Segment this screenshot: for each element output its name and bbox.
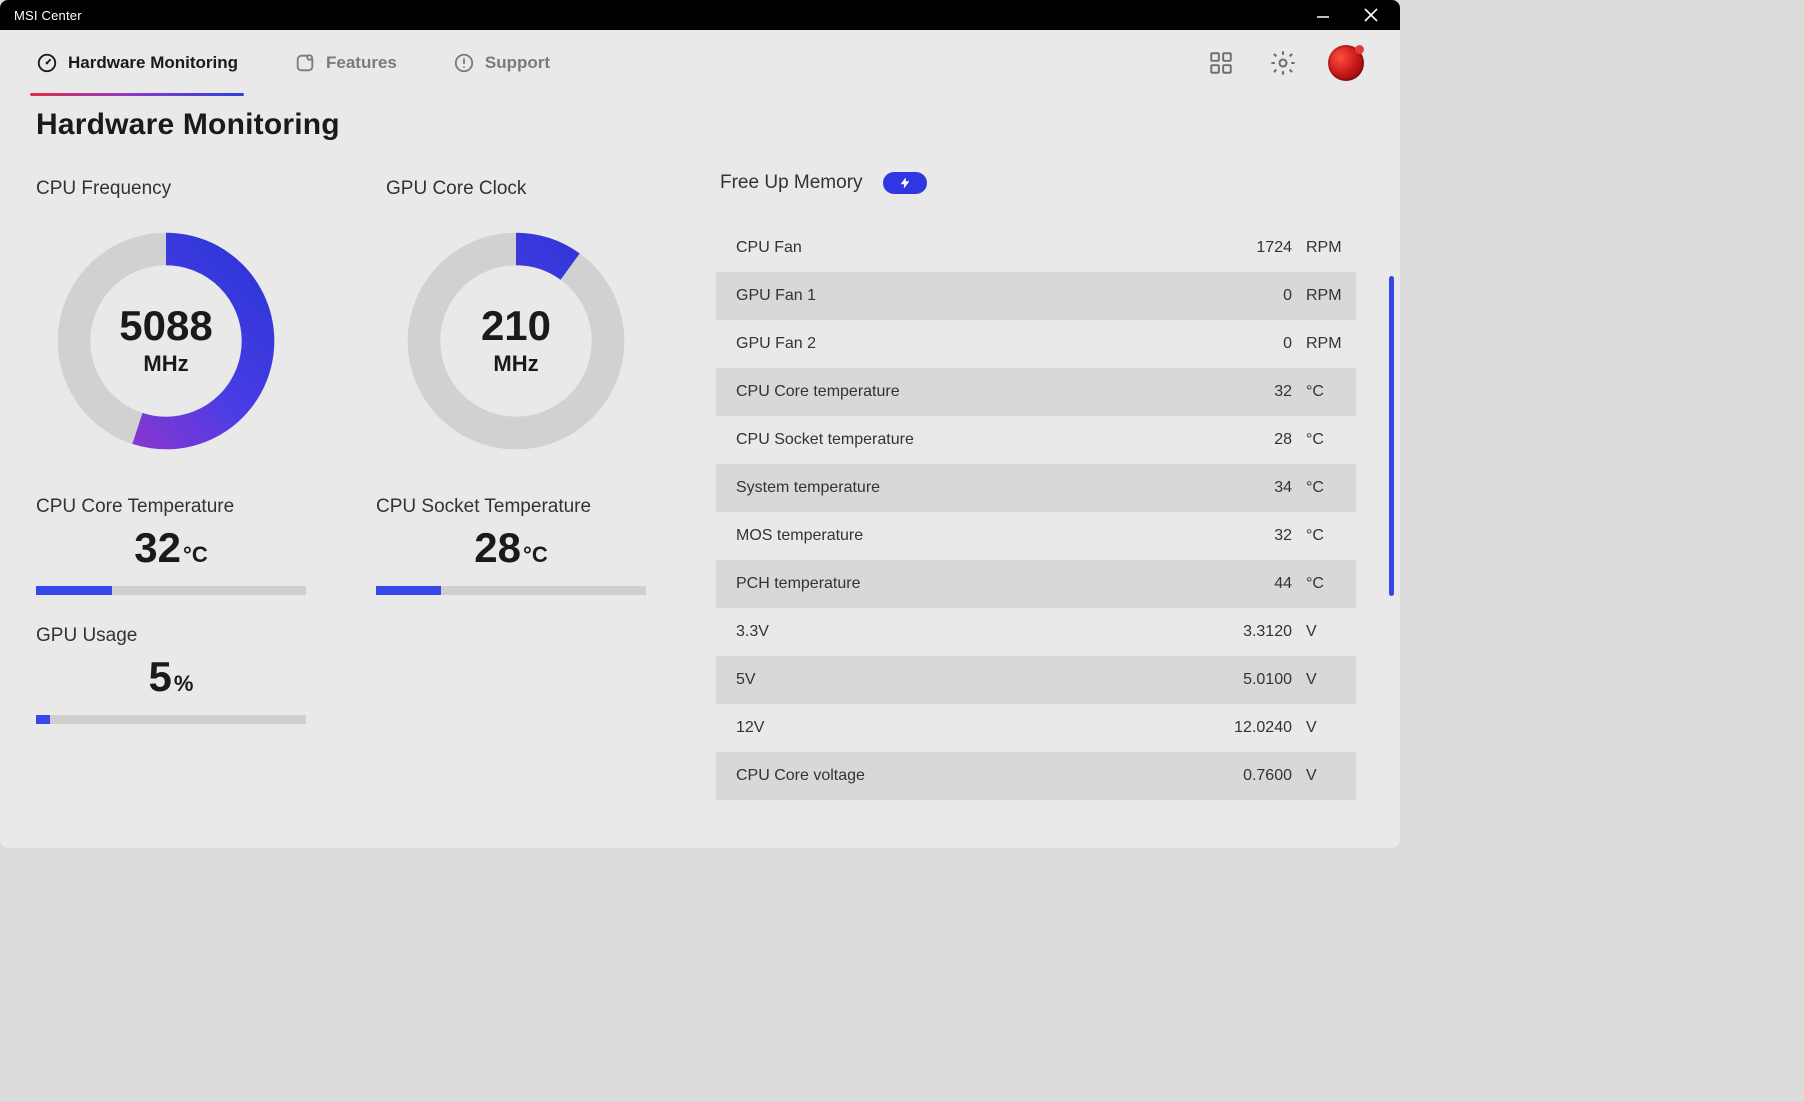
sensor-value: 34 [1212,479,1292,497]
tab-label: Features [326,53,397,73]
gauge-unit: MHz [143,351,188,377]
gauge-gpu-clock: GPU Core Clock 210 MHz [386,178,646,456]
tab-hardware-monitoring[interactable]: Hardware Monitoring [36,30,238,96]
support-icon [453,52,475,74]
gauge-value: 5088 [119,305,212,347]
sensor-name: MOS temperature [736,527,1212,545]
temp-label: CPU Core Temperature [36,496,306,518]
sensor-row: GPU Fan 10RPM [716,272,1356,320]
features-icon [294,52,316,74]
sensor-unit: °C [1292,575,1340,593]
gauge-cpu-frequency: CPU Frequency [36,178,296,456]
window-title: MSI Center [8,8,1308,23]
sensor-value: 1724 [1212,239,1292,257]
sensor-value: 0.7600 [1212,767,1292,785]
temp-bar [36,586,306,595]
sensor-unit: RPM [1292,335,1340,353]
sensor-name: CPU Core temperature [736,383,1212,401]
sensor-unit: V [1292,671,1340,689]
sensor-list: CPU Fan1724RPMGPU Fan 10RPMGPU Fan 20RPM… [716,224,1356,800]
sensor-row: 3.3V3.3120V [716,608,1356,656]
gauge-label: GPU Core Clock [386,178,646,200]
sensor-value: 12.0240 [1212,719,1292,737]
tab-features[interactable]: Features [294,30,397,96]
sensor-value: 44 [1212,575,1292,593]
sensor-row: System temperature34°C [716,464,1356,512]
gauge-unit: MHz [493,351,538,377]
sensor-name: CPU Core voltage [736,767,1212,785]
window-titlebar: MSI Center [0,0,1400,30]
tab-label: Hardware Monitoring [68,53,238,73]
user-avatar[interactable] [1328,45,1364,81]
sensor-name: CPU Fan [736,239,1212,257]
temp-unit: °C [183,542,208,568]
gpu-usage-block: GPU Usage 5 % [36,625,306,724]
tab-label: Support [485,53,550,73]
sensor-value: 32 [1212,527,1292,545]
usage-value: 5 [149,653,172,701]
sensor-unit: RPM [1292,239,1340,257]
sensor-name: System temperature [736,479,1212,497]
sensor-value: 28 [1212,431,1292,449]
sensor-value: 3.3120 [1212,623,1292,641]
window-close-button[interactable] [1356,5,1386,25]
sensor-value: 32 [1212,383,1292,401]
temp-label: CPU Socket Temperature [376,496,646,518]
tab-support[interactable]: Support [453,30,550,96]
sensor-row: CPU Core temperature32°C [716,368,1356,416]
temp-bar [376,586,646,595]
temp-value: 28 [474,524,521,572]
window-minimize-button[interactable] [1308,5,1338,25]
page-title: Hardware Monitoring [36,108,676,142]
gauge-value: 210 [481,305,551,347]
apps-grid-button[interactable] [1204,46,1238,80]
sensor-value: 0 [1212,287,1292,305]
sensor-row: CPU Core voltage0.7600V [716,752,1356,800]
sensor-name: PCH temperature [736,575,1212,593]
gauge-label: CPU Frequency [36,178,296,200]
sensor-unit: V [1292,767,1340,785]
cpu-socket-temp-block: CPU Socket Temperature 28 °C [376,496,646,595]
sensor-row: CPU Fan1724RPM [716,224,1356,272]
sensor-name: GPU Fan 2 [736,335,1212,353]
sensor-unit: RPM [1292,287,1340,305]
app-header: Hardware Monitoring Features [0,30,1400,96]
temp-value: 32 [134,524,181,572]
sensor-unit: V [1292,719,1340,737]
usage-bar [36,715,306,724]
free-up-memory-button[interactable] [883,172,927,194]
sensor-row: PCH temperature44°C [716,560,1356,608]
scrollbar-thumb[interactable] [1389,276,1394,596]
settings-button[interactable] [1266,46,1300,80]
sensor-name: GPU Fan 1 [736,287,1212,305]
sensor-unit: °C [1292,527,1340,545]
sensor-name: CPU Socket temperature [736,431,1212,449]
sensor-unit: V [1292,623,1340,641]
sensor-row: MOS temperature32°C [716,512,1356,560]
sensor-row: GPU Fan 20RPM [716,320,1356,368]
sensor-name: 5V [736,671,1212,689]
sensor-row: 12V12.0240V [716,704,1356,752]
sensor-value: 0 [1212,335,1292,353]
usage-label: GPU Usage [36,625,306,647]
usage-unit: % [174,671,194,697]
temp-unit: °C [523,542,548,568]
cpu-core-temp-block: CPU Core Temperature 32 °C [36,496,306,595]
main-content: Hardware Monitoring CPU Frequency [0,96,1400,848]
sensor-name: 3.3V [736,623,1212,641]
sensor-value: 5.0100 [1212,671,1292,689]
tab-bar: Hardware Monitoring Features [36,30,550,96]
sensor-row: 5V5.0100V [716,656,1356,704]
sensor-unit: °C [1292,383,1340,401]
app-window: MSI Center Hardware Monitoring [0,0,1400,848]
sensor-unit: °C [1292,479,1340,497]
sensor-row: CPU Socket temperature28°C [716,416,1356,464]
monitor-icon [36,52,58,74]
sensor-unit: °C [1292,431,1340,449]
free-up-memory-label: Free Up Memory [720,172,863,194]
sensor-name: 12V [736,719,1212,737]
